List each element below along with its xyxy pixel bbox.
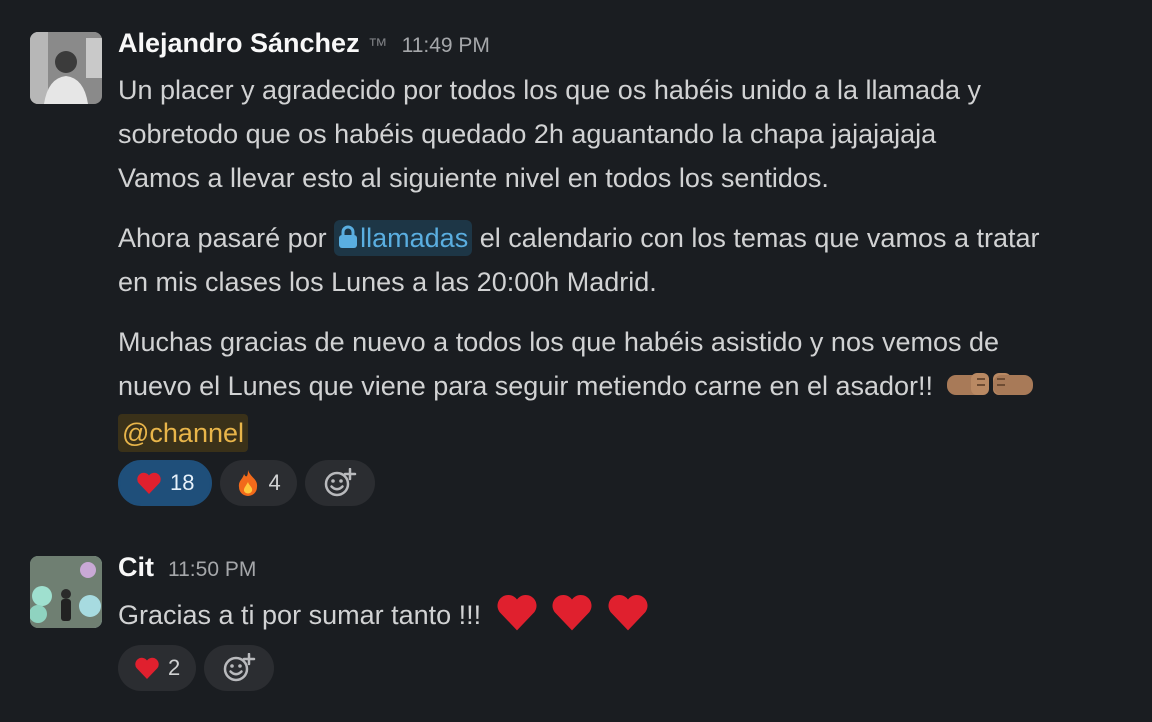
avatar[interactable]	[30, 556, 102, 628]
author-name[interactable]: Alejandro Sánchez	[118, 28, 360, 59]
add-emoji-icon	[222, 653, 256, 683]
heart-icon	[550, 592, 594, 632]
lock-icon	[338, 225, 358, 249]
message-timestamp[interactable]: 11:50 PM	[168, 558, 256, 582]
message-text-line: sobretodo que os habéis quedado 2h aguan…	[118, 119, 937, 149]
fist-bump-icon	[945, 367, 1035, 401]
message-text: Ahora pasaré por	[118, 223, 335, 253]
heart-icon	[495, 592, 539, 632]
reactions-bar: 18 4	[118, 460, 1138, 506]
message-text-line: nuevo el Lunes que viene para seguir met…	[118, 364, 1138, 408]
add-reaction-button[interactable]	[304, 460, 375, 506]
message-text-line: Gracias a ti por sumar tanto !!!	[118, 592, 1138, 637]
message-text-line: Un placer y agradecido por todos los que…	[118, 75, 982, 105]
message-text: el calendario con los temas que vamos a …	[472, 223, 1040, 253]
reaction-count: 4	[268, 470, 281, 495]
add-reaction-button[interactable]	[204, 645, 275, 691]
heart-icon	[136, 471, 162, 495]
reaction-count: 18	[170, 470, 195, 495]
channel-link[interactable]: llamadas	[334, 220, 473, 256]
heart-icon	[134, 656, 160, 680]
message-text: nuevo el Lunes que viene para seguir met…	[118, 371, 934, 401]
author-name[interactable]: Cit	[118, 552, 154, 583]
message-text-line: Vamos a llevar esto al siguiente nivel e…	[118, 163, 829, 193]
status-badge: ™	[367, 35, 388, 57]
reactions-bar: 2	[118, 645, 1138, 691]
message-text: Gracias a ti por sumar tanto !!!	[118, 600, 482, 630]
message-text-line: Ahora pasaré por llamadas el calendario …	[118, 216, 1138, 260]
channel-name: llamadas	[360, 223, 469, 253]
reaction-count: 2	[168, 655, 181, 680]
message-text-line: en mis clases los Lunes a las 20:00h Mad…	[118, 267, 657, 297]
message-timestamp[interactable]: 11:49 PM	[402, 34, 490, 58]
channel-mention[interactable]: @channel	[118, 414, 248, 452]
reaction-heart[interactable]: 18	[118, 460, 213, 506]
reaction-fire[interactable]: 4	[220, 460, 297, 506]
reaction-heart[interactable]: 2	[118, 645, 197, 691]
add-emoji-icon	[323, 468, 357, 498]
fire-icon	[236, 469, 260, 497]
heart-icon	[606, 592, 650, 632]
avatar[interactable]	[30, 32, 102, 104]
message-text-line: Muchas gracias de nuevo a todos los que …	[118, 327, 1000, 357]
